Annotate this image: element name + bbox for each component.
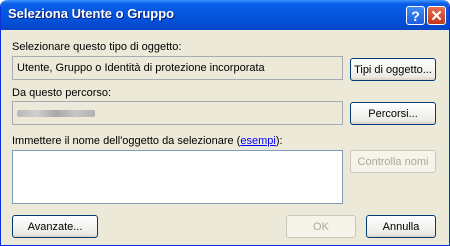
ok-button[interactable]: OK (286, 215, 356, 238)
help-button[interactable]: ? (406, 6, 425, 25)
location-value-redacted (17, 110, 95, 117)
object-names-input[interactable] (12, 150, 343, 204)
window-title: Seleziona Utente o Gruppo (8, 6, 175, 21)
location-field (12, 101, 343, 125)
close-button[interactable]: ✕ (427, 6, 446, 25)
dialog-window: Seleziona Utente o Gruppo ? ✕ Selezionar… (0, 0, 450, 246)
object-type-label: Selezionare questo tipo di oggetto: (12, 41, 182, 53)
location-label: Da questo percorso: (12, 87, 112, 99)
cancel-button[interactable]: Annulla (366, 215, 436, 238)
close-icon: ✕ (430, 7, 443, 25)
title-bar[interactable]: Seleziona Utente o Gruppo ? ✕ (1, 0, 449, 30)
examples-link[interactable]: esempi (240, 135, 275, 147)
help-icon: ? (411, 7, 420, 24)
object-type-field: Utente, Gruppo o Identità di protezione … (12, 56, 343, 80)
check-names-button[interactable]: Controlla nomi (350, 150, 436, 173)
locations-button[interactable]: Percorsi... (350, 102, 436, 125)
names-label: Immettere il nome dell'oggetto da selezi… (12, 135, 283, 147)
object-types-button[interactable]: Tipi di oggetto... (350, 58, 436, 81)
advanced-button[interactable]: Avanzate... (12, 215, 98, 238)
